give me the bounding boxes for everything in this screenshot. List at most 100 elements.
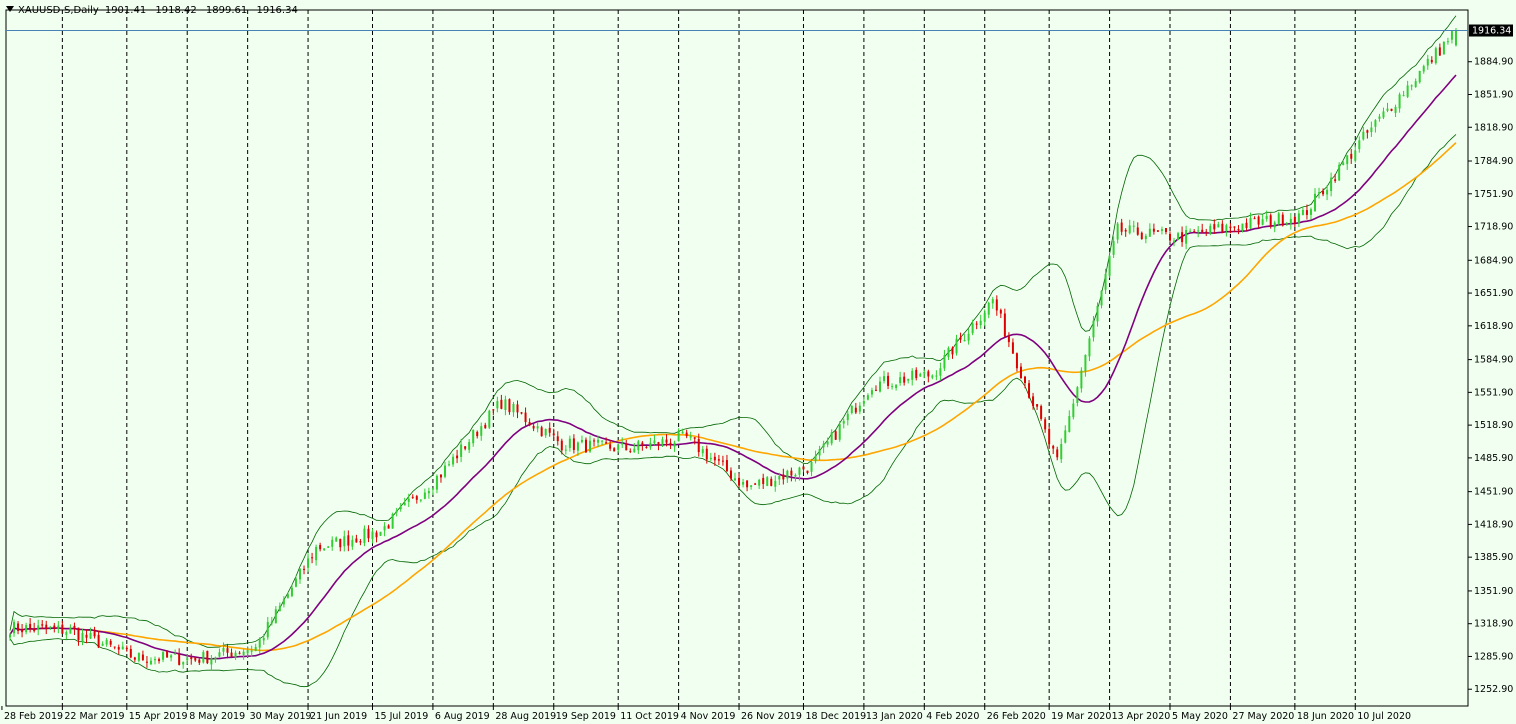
candle[interactable] <box>472 429 475 447</box>
candle[interactable] <box>65 630 68 640</box>
candle[interactable] <box>218 648 221 658</box>
candle[interactable] <box>895 384 898 391</box>
candle[interactable] <box>274 606 277 624</box>
candle[interactable] <box>1088 336 1091 362</box>
candle[interactable] <box>774 475 777 492</box>
candle[interactable] <box>109 639 112 647</box>
candle[interactable] <box>1140 231 1143 240</box>
candle[interactable] <box>879 376 881 393</box>
candle[interactable] <box>1164 228 1167 235</box>
candle[interactable] <box>866 393 869 401</box>
candle[interactable] <box>1052 444 1055 454</box>
candle[interactable] <box>762 473 765 489</box>
candle[interactable] <box>303 565 306 575</box>
candle[interactable] <box>170 654 173 662</box>
candle[interactable] <box>411 494 414 499</box>
candle[interactable] <box>1132 220 1135 233</box>
candle[interactable] <box>959 332 962 343</box>
candle[interactable] <box>190 653 193 665</box>
candle[interactable] <box>1189 228 1192 233</box>
dropdown-triangle-icon[interactable] <box>6 6 14 12</box>
candle[interactable] <box>685 429 688 439</box>
price-chart[interactable]: 1884.90 1851.90 1818.90 1784.90 1751.90 1718.… <box>0 0 1516 724</box>
candle[interactable] <box>1410 84 1413 91</box>
candle[interactable] <box>484 422 487 429</box>
candle[interactable] <box>947 346 950 360</box>
candle[interactable] <box>802 464 805 473</box>
candle[interactable] <box>1152 223 1155 235</box>
candle[interactable] <box>1120 218 1123 236</box>
candle[interactable] <box>1285 221 1288 226</box>
candle[interactable] <box>371 528 374 544</box>
candle[interactable] <box>673 440 676 452</box>
candle[interactable] <box>97 630 100 649</box>
candle[interactable] <box>194 656 197 662</box>
candle[interactable] <box>1225 223 1228 237</box>
candle[interactable] <box>323 548 326 551</box>
candle[interactable] <box>725 454 728 472</box>
candle[interactable] <box>1072 398 1075 420</box>
candle[interactable] <box>1330 172 1333 197</box>
candle[interactable] <box>1108 254 1111 278</box>
candle[interactable] <box>435 474 438 494</box>
candle[interactable] <box>850 405 853 415</box>
candle[interactable] <box>1378 113 1381 122</box>
candle[interactable] <box>1450 30 1453 44</box>
candle[interactable] <box>830 429 833 446</box>
candle[interactable] <box>721 455 724 466</box>
candle[interactable] <box>790 467 793 482</box>
candle[interactable] <box>53 622 56 633</box>
candle[interactable] <box>448 460 451 467</box>
candle[interactable] <box>814 450 817 464</box>
candle[interactable] <box>1169 231 1171 243</box>
candle[interactable] <box>919 372 922 377</box>
candle[interactable] <box>911 368 914 386</box>
candle[interactable] <box>1366 129 1369 139</box>
candle[interactable] <box>1446 37 1449 45</box>
candle[interactable] <box>508 398 511 415</box>
candle[interactable] <box>439 474 442 483</box>
candle[interactable] <box>846 410 849 426</box>
candle[interactable] <box>516 400 519 419</box>
candle[interactable] <box>57 621 60 634</box>
candle[interactable] <box>1406 80 1409 99</box>
candle[interactable] <box>1261 214 1264 226</box>
candle[interactable] <box>552 428 555 441</box>
candle[interactable] <box>1148 223 1151 237</box>
candle[interactable] <box>1318 187 1321 199</box>
candle[interactable] <box>427 487 430 499</box>
candle[interactable] <box>49 625 52 631</box>
candle[interactable] <box>149 657 152 666</box>
candle[interactable] <box>556 431 559 446</box>
candle[interactable] <box>367 525 370 543</box>
candle[interactable] <box>1100 289 1103 309</box>
candle[interactable] <box>782 468 785 485</box>
candle[interactable] <box>613 447 616 452</box>
candle[interactable] <box>1418 70 1421 84</box>
candle[interactable] <box>1193 229 1196 233</box>
candle[interactable] <box>1060 438 1063 463</box>
candle[interactable] <box>609 439 612 452</box>
candle[interactable] <box>105 637 108 647</box>
candle[interactable] <box>758 478 761 489</box>
candle[interactable] <box>1015 352 1018 372</box>
candle[interactable] <box>1293 216 1296 228</box>
candle[interactable] <box>311 552 314 564</box>
candle[interactable] <box>69 624 72 634</box>
candle[interactable] <box>375 530 378 543</box>
candle[interactable] <box>254 643 257 652</box>
candle[interactable] <box>343 530 346 552</box>
candle[interactable] <box>633 443 636 453</box>
candle[interactable] <box>979 314 982 329</box>
candle[interactable] <box>464 446 467 451</box>
candle[interactable] <box>645 445 648 449</box>
candle[interactable] <box>593 438 596 447</box>
candle[interactable] <box>286 591 289 599</box>
candle[interactable] <box>1068 410 1071 433</box>
candle[interactable] <box>129 645 132 659</box>
candle[interactable] <box>1305 204 1308 220</box>
candle[interactable] <box>858 402 861 415</box>
candle[interactable] <box>677 428 680 442</box>
candle[interactable] <box>1084 354 1087 377</box>
candle[interactable] <box>1007 332 1010 348</box>
